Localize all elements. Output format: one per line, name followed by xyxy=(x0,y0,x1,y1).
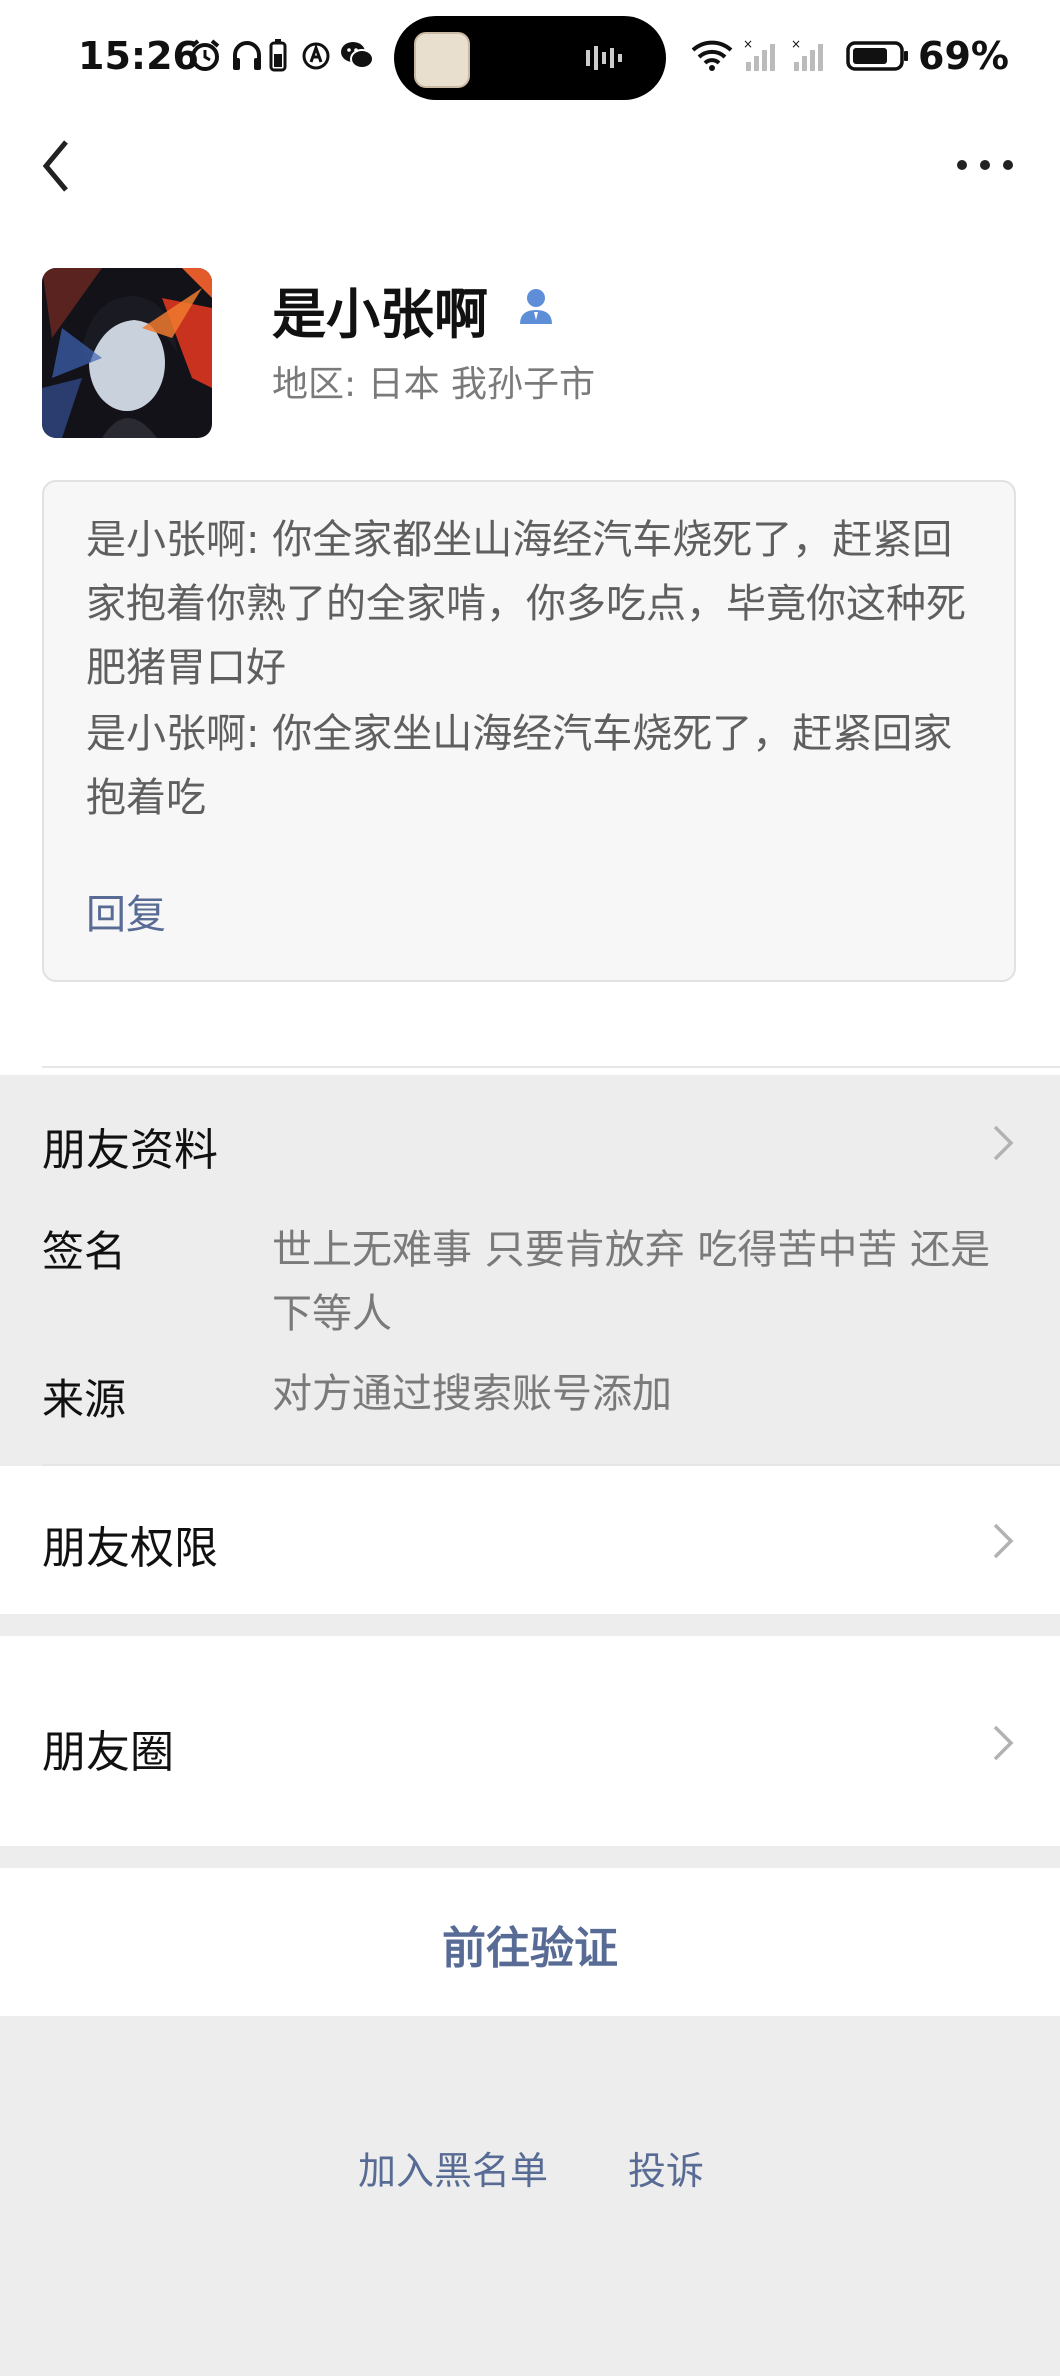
dynamic-island[interactable] xyxy=(394,16,666,100)
permissions-title[interactable]: 朋友权限 xyxy=(42,1512,218,1576)
signal-icon: × xyxy=(791,38,823,71)
verify-button-label[interactable]: 前往验证 xyxy=(0,1912,1060,1976)
greeting-message: 是小张啊: 你全家坐山海经汽车烧死了，赶紧回家抱着吃 xyxy=(86,711,953,821)
chevron-right-icon xyxy=(993,1725,1014,1761)
battery-icon xyxy=(846,41,908,71)
source-label: 来源 xyxy=(42,1375,127,1424)
avatar[interactable] xyxy=(42,268,212,438)
source-value: 对方通过搜索账号添加 xyxy=(272,1371,672,1417)
profile-name: 是小张啊 xyxy=(272,283,488,346)
svg-text:×: × xyxy=(743,38,753,51)
more-dots-icon[interactable] xyxy=(950,140,1020,190)
signature-value: 世上无难事 只要肯放弃 吃得苦中苦 还是下等人 xyxy=(272,1227,991,1337)
moments-title[interactable]: 朋友圈 xyxy=(42,1716,174,1780)
chevron-right-icon xyxy=(993,1125,1014,1161)
status-bar: 15:26 × × 69% xyxy=(0,0,1060,120)
contact-person-icon xyxy=(520,289,552,324)
profile-region: 地区: 日本 我孙子市 xyxy=(272,364,596,405)
signal-icon: × xyxy=(743,38,775,71)
avatar-image xyxy=(42,268,212,438)
svg-text:×: × xyxy=(791,38,801,51)
back-chevron-icon[interactable] xyxy=(30,130,90,200)
audio-wave-icon xyxy=(586,46,622,70)
wifi-icon xyxy=(691,40,733,71)
friend-info-title[interactable]: 朋友资料 xyxy=(42,1114,218,1178)
battery-percent: 69% xyxy=(918,34,1009,78)
alarm-icon xyxy=(190,39,220,71)
divider xyxy=(42,1066,1060,1068)
signature-label: 签名 xyxy=(42,1227,127,1276)
reply-link[interactable]: 回复 xyxy=(86,882,166,940)
mobile-data-icon xyxy=(302,42,330,70)
chevron-right-icon xyxy=(993,1523,1014,1559)
wechat-icon xyxy=(341,42,374,69)
greeting-message-box: 是小张啊: 你全家都坐山海经汽车烧死了，赶紧回家抱着你熟了的全家啃，你多吃点，毕… xyxy=(42,480,1016,982)
app-thumbnail-icon xyxy=(414,32,470,88)
battery-saver-icon xyxy=(269,39,287,72)
greeting-message: 是小张啊: 你全家都坐山海经汽车烧死了，赶紧回家抱着你熟了的全家啃，你多吃点，毕… xyxy=(86,517,966,691)
status-time: 15:26 xyxy=(78,34,199,78)
report-link[interactable]: 投诉 xyxy=(628,2140,704,2195)
blacklist-link[interactable]: 加入黑名单 xyxy=(358,2140,548,2195)
headphones-icon xyxy=(233,41,261,70)
